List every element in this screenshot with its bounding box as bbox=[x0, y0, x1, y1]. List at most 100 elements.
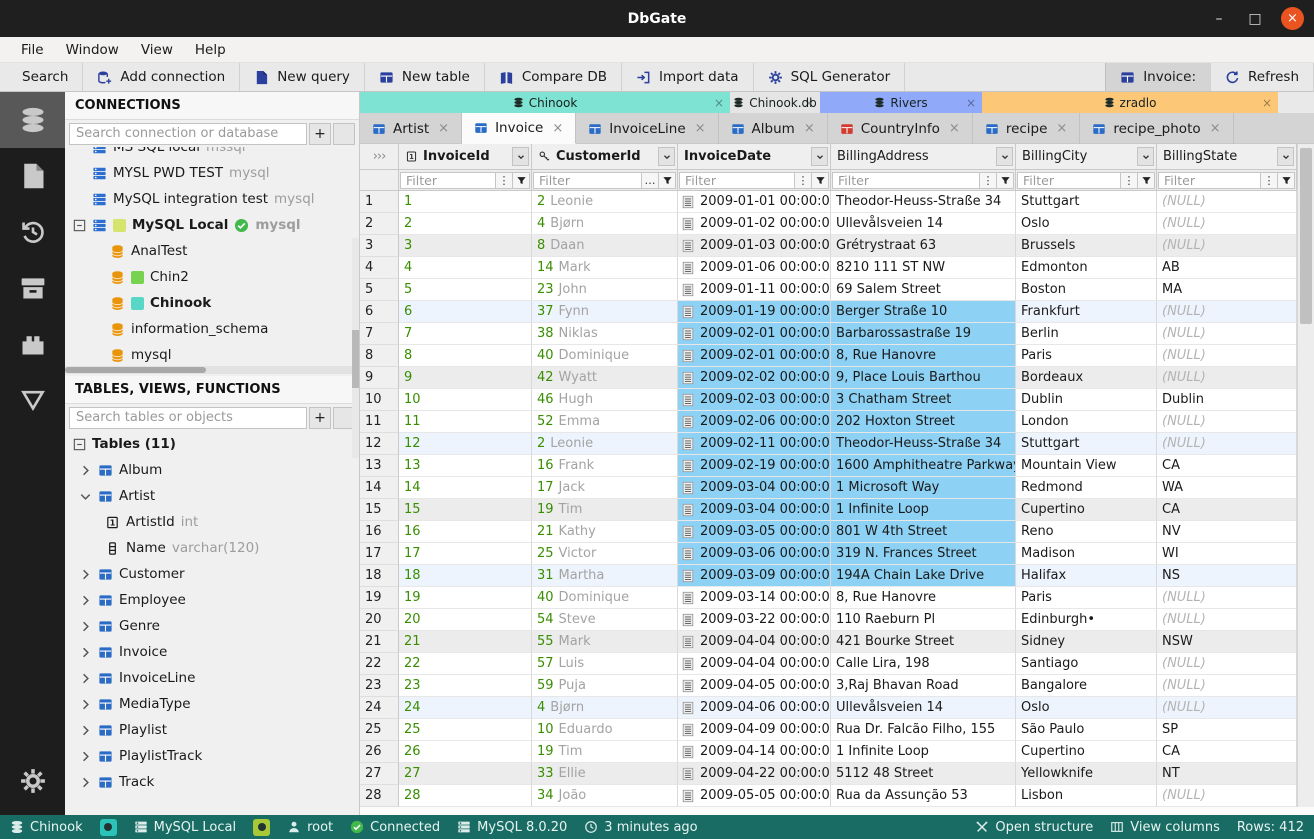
cell-customerid[interactable]: 19Tim bbox=[532, 499, 678, 521]
cell-billingaddress[interactable]: 801 W 4th Street bbox=[831, 521, 1016, 543]
row-number[interactable]: 8 bbox=[360, 345, 399, 367]
filter-input-billingstate[interactable] bbox=[1158, 172, 1261, 189]
cell-billingaddress[interactable]: Rua Dr. Falcão Filho, 155 bbox=[831, 719, 1016, 741]
row-number[interactable]: 6 bbox=[360, 301, 399, 323]
filter-menu-button[interactable]: ⋮ bbox=[795, 172, 812, 189]
cell-customerid[interactable]: 17Jack bbox=[532, 477, 678, 499]
cell-billingstate[interactable]: (NULL) bbox=[1157, 653, 1297, 675]
cell-invoicedate[interactable]: 2009-01-19 00:00:00 bbox=[678, 301, 831, 323]
cell-invoicedate[interactable]: 2009-04-22 00:00:00 bbox=[678, 763, 831, 785]
cell-invoiceid[interactable]: 5 bbox=[399, 279, 532, 301]
cell-billingstate[interactable]: (NULL) bbox=[1157, 785, 1297, 807]
toolbar-button-refresh[interactable]: Refresh bbox=[1211, 63, 1314, 91]
cell-billingaddress[interactable]: Calle Lira, 198 bbox=[831, 653, 1016, 675]
tree-expander[interactable] bbox=[79, 697, 92, 712]
toolbar-button-search[interactable]: Search bbox=[0, 63, 83, 91]
cell-customerid[interactable]: 2Leonie bbox=[532, 191, 678, 213]
row-number[interactable]: 13 bbox=[360, 455, 399, 477]
cell-billingcity[interactable]: Lisbon bbox=[1016, 785, 1157, 807]
close-icon[interactable]: × bbox=[804, 121, 815, 136]
status-item-mysql-8-0-20[interactable]: MySQL 8.0.20 bbox=[457, 820, 567, 835]
cell-billingcity[interactable]: Berlin bbox=[1016, 323, 1157, 345]
cell-invoicedate[interactable]: 2009-03-14 00:00:00 bbox=[678, 587, 831, 609]
row-number[interactable]: 16 bbox=[360, 521, 399, 543]
rail-item-files[interactable] bbox=[0, 148, 65, 204]
rail-item-archive[interactable] bbox=[0, 260, 65, 316]
column-header-customerid[interactable]: CustomerId bbox=[532, 144, 678, 169]
cell-billingstate[interactable]: NSW bbox=[1157, 631, 1297, 653]
toolbar-button-new-query[interactable]: New query bbox=[240, 63, 365, 91]
cell-customerid[interactable]: 10Eduardo bbox=[532, 719, 678, 741]
status-item-root[interactable]: root bbox=[287, 820, 333, 835]
cell-invoiceid[interactable]: 22 bbox=[399, 653, 532, 675]
close-button[interactable]: × bbox=[1281, 7, 1304, 30]
cell-invoicedate[interactable]: 2009-02-01 00:00:00 bbox=[678, 323, 831, 345]
cell-billingcity[interactable]: Edinburgh• bbox=[1016, 609, 1157, 631]
cell-billingstate[interactable]: (NULL) bbox=[1157, 345, 1297, 367]
toolbar-button-new-table[interactable]: New table bbox=[365, 63, 485, 91]
cell-billingaddress[interactable]: 1 Infinite Loop bbox=[831, 741, 1016, 763]
cell-invoiceid[interactable]: 20 bbox=[399, 609, 532, 631]
table-item-playlist[interactable]: Playlist bbox=[65, 717, 359, 743]
cell-billingaddress[interactable]: Ullevålsveien 14 bbox=[831, 697, 1016, 719]
cell-billingaddress[interactable]: Theodor-Heuss-Straße 34 bbox=[831, 433, 1016, 455]
column-menu-button[interactable] bbox=[1277, 147, 1294, 166]
tree-expander[interactable] bbox=[79, 645, 92, 660]
filter-funnel-button[interactable] bbox=[659, 172, 676, 189]
cell-billingaddress[interactable]: 8, Rue Hanovre bbox=[831, 345, 1016, 367]
cell-customerid[interactable]: 4Bjørn bbox=[532, 697, 678, 719]
row-number[interactable]: 7 bbox=[360, 323, 399, 345]
cell-billingstate[interactable]: (NULL) bbox=[1157, 697, 1297, 719]
cell-invoicedate[interactable]: 2009-02-19 00:00:00 bbox=[678, 455, 831, 477]
status-item-mysql-local[interactable]: MySQL Local bbox=[134, 820, 236, 835]
close-icon[interactable]: × bbox=[804, 96, 814, 110]
cell-invoiceid[interactable]: 24 bbox=[399, 697, 532, 719]
row-number[interactable]: 27 bbox=[360, 763, 399, 785]
cell-invoicedate[interactable]: 2009-04-14 00:00:00 bbox=[678, 741, 831, 763]
cell-customerid[interactable]: 19Tim bbox=[532, 741, 678, 763]
menu-file[interactable]: File bbox=[12, 42, 53, 58]
cell-invoiceid[interactable]: 11 bbox=[399, 411, 532, 433]
connection-item-chin2[interactable]: Chin2 bbox=[65, 264, 359, 290]
row-number[interactable]: 9 bbox=[360, 367, 399, 389]
connection-item-mysql[interactable]: mysql bbox=[65, 342, 359, 366]
cell-invoiceid[interactable]: 7 bbox=[399, 323, 532, 345]
table-item-track[interactable]: Track bbox=[65, 769, 359, 795]
cell-billingstate[interactable]: (NULL) bbox=[1157, 213, 1297, 235]
tree-expander[interactable] bbox=[79, 671, 92, 686]
cell-customerid[interactable]: 34João bbox=[532, 785, 678, 807]
cell-invoicedate[interactable]: 2009-04-06 00:00:00 bbox=[678, 697, 831, 719]
cell-customerid[interactable]: 4Bjørn bbox=[532, 213, 678, 235]
rail-item-history[interactable] bbox=[0, 204, 65, 260]
cell-billingaddress[interactable]: 202 Hoxton Street bbox=[831, 411, 1016, 433]
cell-billingstate[interactable]: AB bbox=[1157, 257, 1297, 279]
cell-billingaddress[interactable]: 1 Infinite Loop bbox=[831, 499, 1016, 521]
connections-refresh-button[interactable] bbox=[333, 123, 355, 145]
cell-invoicedate[interactable]: 2009-03-04 00:00:00 bbox=[678, 477, 831, 499]
cell-invoicedate[interactable]: 2009-04-09 00:00:00 bbox=[678, 719, 831, 741]
cell-billingcity[interactable]: São Paulo bbox=[1016, 719, 1157, 741]
toolbar-button-invoice-[interactable]: Invoice: bbox=[1105, 63, 1211, 91]
cell-billingcity[interactable]: Cupertino bbox=[1016, 499, 1157, 521]
connection-item-mysl-pwd-test[interactable]: MYSL PWD TESTmysql bbox=[65, 160, 359, 186]
cell-invoicedate[interactable]: 2009-01-01 00:00:00 bbox=[678, 191, 831, 213]
cell-invoiceid[interactable]: 25 bbox=[399, 719, 532, 741]
tab-invoice[interactable]: Invoice× bbox=[462, 113, 576, 144]
cell-billingcity[interactable]: Redmond bbox=[1016, 477, 1157, 499]
grid-vscrollbar[interactable] bbox=[1297, 144, 1314, 807]
grid-corner-expand[interactable]: ››› bbox=[360, 144, 399, 169]
status-item-chinook[interactable]: Chinook bbox=[10, 820, 83, 835]
cell-billingstate[interactable]: NS bbox=[1157, 565, 1297, 587]
rail-item-cell-data[interactable] bbox=[0, 372, 65, 428]
tab-recipe[interactable]: recipe× bbox=[973, 113, 1081, 144]
row-number[interactable]: 14 bbox=[360, 477, 399, 499]
cell-billingcity[interactable]: Santiago bbox=[1016, 653, 1157, 675]
filter-menu-button[interactable]: … bbox=[642, 172, 659, 189]
cell-customerid[interactable]: 52Emma bbox=[532, 411, 678, 433]
column-item-name[interactable]: Namevarchar(120) bbox=[65, 535, 359, 561]
cell-billingcity[interactable]: Halifax bbox=[1016, 565, 1157, 587]
cell-invoiceid[interactable]: 8 bbox=[399, 345, 532, 367]
cell-invoicedate[interactable]: 2009-04-04 00:00:00 bbox=[678, 631, 831, 653]
row-number[interactable]: 20 bbox=[360, 609, 399, 631]
row-number[interactable]: 18 bbox=[360, 565, 399, 587]
